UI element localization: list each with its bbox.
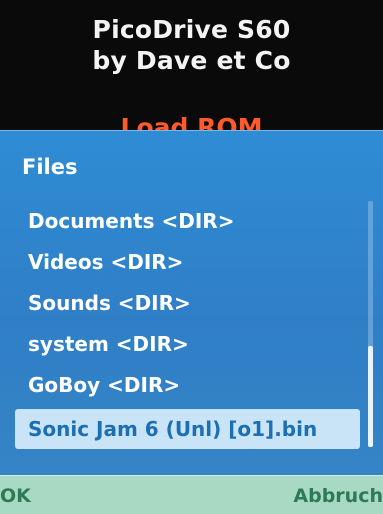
file-item-documents[interactable]: Documents <DIR>: [15, 201, 360, 242]
ok-softkey[interactable]: OK: [0, 484, 31, 508]
app-header: PicoDrive S60 by Dave et Co Load ROM: [0, 0, 383, 150]
dialog-title: Files: [22, 155, 78, 179]
file-item-videos[interactable]: Videos <DIR>: [15, 242, 360, 283]
scrollbar[interactable]: [368, 201, 373, 447]
cancel-softkey[interactable]: Abbruch: [293, 484, 383, 508]
app-title: PicoDrive S60 by Dave et Co: [0, 14, 383, 76]
softkey-bar: OK Abbruch: [0, 475, 383, 514]
app-title-line2: by Dave et Co: [92, 46, 291, 75]
file-item-goboy[interactable]: GoBoy <DIR>: [15, 365, 360, 406]
file-list: Documents <DIR> Videos <DIR> Sounds <DIR…: [15, 201, 360, 449]
file-picker-dialog: Files Documents <DIR> Videos <DIR> Sound…: [0, 130, 383, 476]
file-item-system[interactable]: system <DIR>: [15, 324, 360, 365]
file-item-sounds[interactable]: Sounds <DIR>: [15, 283, 360, 324]
app-title-line1: PicoDrive S60: [92, 15, 291, 44]
scrollbar-thumb[interactable]: [368, 346, 373, 447]
file-item-sonic-jam-selected[interactable]: Sonic Jam 6 (Unl) [o1].bin: [15, 409, 360, 449]
phone-screen: PicoDrive S60 by Dave et Co Load ROM Fil…: [0, 0, 383, 514]
